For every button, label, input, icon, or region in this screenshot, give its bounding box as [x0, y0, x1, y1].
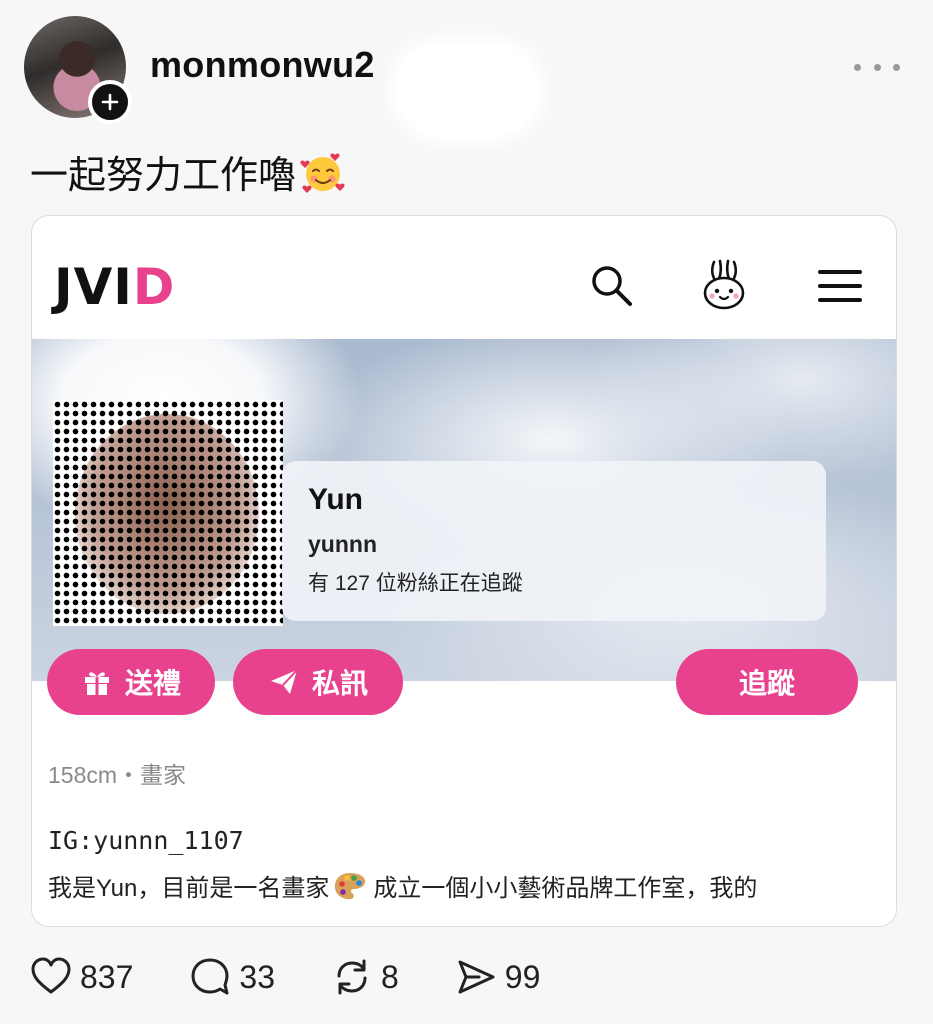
bunny-mascot-icon[interactable] — [700, 258, 748, 312]
bio-text-part2: 成立一個小小藝術品牌工作室，我的 — [373, 875, 758, 902]
send-arrow-icon — [458, 960, 495, 994]
follow-label: 追蹤 — [738, 668, 795, 699]
plus-icon — [101, 93, 119, 111]
author-username[interactable]: monmonwu2 — [150, 44, 375, 86]
share-count: 99 — [504, 958, 541, 995]
follow-plus-button[interactable] — [88, 80, 132, 124]
post-caption: 一起努力工作嚕 — [30, 144, 346, 199]
like-button[interactable]: 837 — [30, 956, 133, 998]
profile-name: Yun — [308, 483, 364, 516]
send-gift-button[interactable]: 送禮 — [47, 649, 215, 715]
post-actions-bar: 837 33 8 99 — [30, 956, 596, 998]
profile-handle: yunnn — [308, 531, 377, 557]
comment-button[interactable]: 33 — [189, 956, 275, 998]
private-message-button[interactable]: 私訊 — [233, 649, 403, 715]
gift-icon — [84, 672, 109, 695]
link-preview-card[interactable]: JVID Yun yunnn 有 127 位粉絲正在追蹤 送禮 私訊 追蹤 15… — [31, 215, 897, 927]
profile-meta: 158cm・畫家 — [48, 762, 187, 788]
share-button[interactable]: 99 — [455, 956, 541, 998]
profile-photo-pixelated[interactable] — [53, 400, 283, 626]
jvid-logo[interactable]: JVID — [54, 258, 175, 316]
repost-count: 8 — [380, 958, 399, 995]
smiling-face-with-hearts-icon — [300, 153, 345, 193]
follow-button[interactable]: 追蹤 — [676, 649, 858, 715]
paper-plane-icon — [270, 669, 298, 694]
repost-icon — [337, 959, 367, 995]
heart-icon — [31, 957, 71, 994]
profile-ig: IG:yunnn_1107 — [48, 826, 244, 855]
comment-count: 33 — [239, 958, 275, 995]
send-gift-label: 送禮 — [124, 668, 181, 699]
post-caption-text: 一起努力工作嚕 — [30, 155, 297, 197]
more-options-icon[interactable] — [854, 58, 900, 76]
repost-button[interactable]: 8 — [331, 956, 399, 998]
like-count: 837 — [80, 958, 134, 995]
profile-follower-count: 有 127 位粉絲正在追蹤 — [308, 572, 523, 595]
artist-palette-icon — [335, 872, 366, 899]
profile-bio: 我是Yun，目前是一名畫家 成立一個小小藝術品牌工作室，我的 — [48, 868, 757, 903]
private-message-label: 私訊 — [311, 668, 368, 699]
search-icon[interactable] — [588, 262, 634, 308]
redaction-blur — [396, 44, 538, 136]
bio-text-part1: 我是Yun，目前是一名畫家 — [48, 875, 330, 902]
profile-info-box: Yun yunnn 有 127 位粉絲正在追蹤 — [282, 461, 826, 621]
hamburger-menu-icon[interactable] — [818, 268, 862, 304]
comment-bubble-icon — [191, 958, 229, 995]
